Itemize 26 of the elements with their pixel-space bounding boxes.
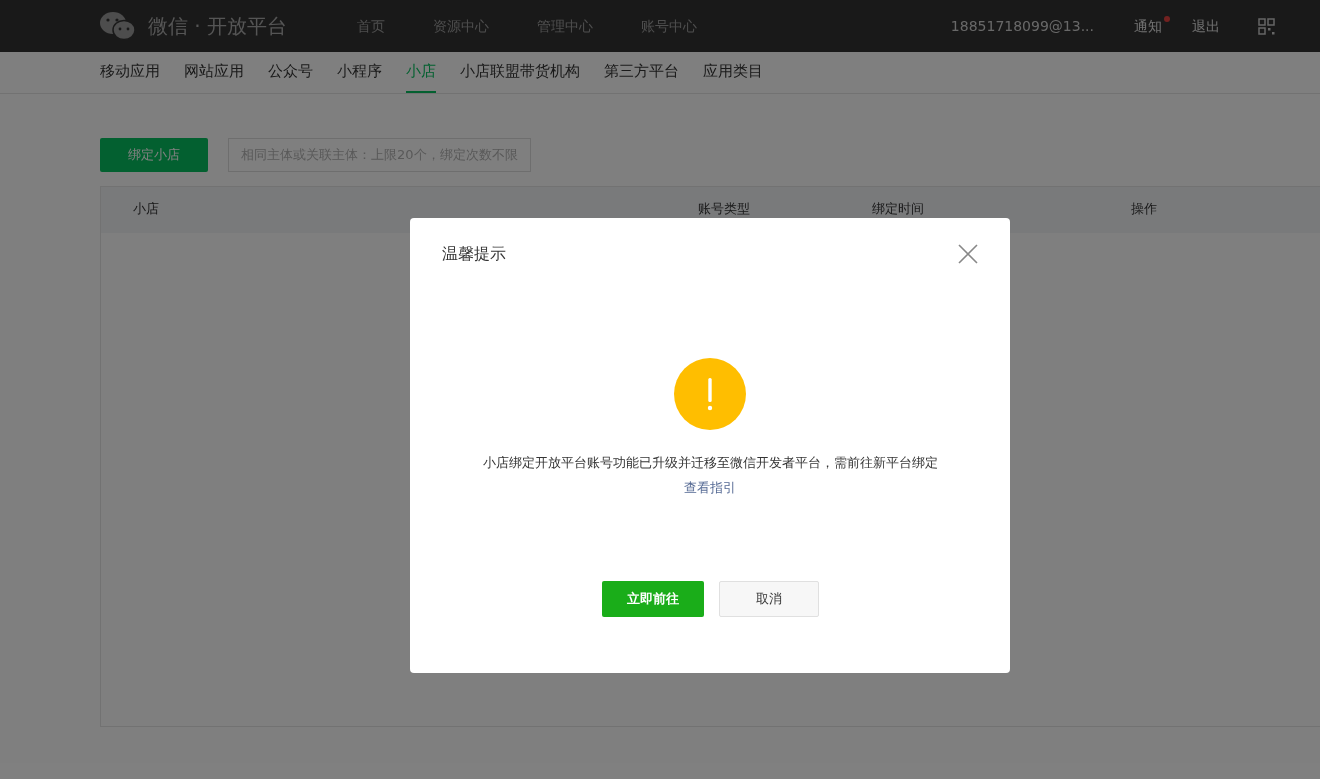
column-header: 小店 — [133, 201, 159, 216]
go-now-button[interactable]: 立即前往 — [601, 581, 704, 617]
account-name[interactable]: 18851718099@13... — [950, 15, 1094, 37]
warning-icon — [674, 358, 746, 430]
column-header: 操作 — [1131, 201, 1157, 216]
chat-bubbles-icon — [100, 11, 136, 41]
tab[interactable]: 移动应用 — [100, 52, 160, 93]
tab[interactable]: 小程序 — [337, 52, 382, 93]
dialog-title: 温馨提示 — [442, 243, 506, 265]
bind-shop-button[interactable]: 绑定小店 — [100, 138, 208, 172]
tab[interactable]: 小店 — [406, 52, 436, 93]
logo-title: 微信 · 开放平台 — [148, 13, 288, 40]
tab[interactable]: 第三方平台 — [604, 52, 679, 93]
column-header: 账号类型 — [698, 201, 751, 216]
notice-link[interactable]: 通知 — [1134, 15, 1162, 37]
tab[interactable]: 小店联盟带货机构 — [460, 52, 580, 93]
logout-link[interactable]: 退出 — [1192, 15, 1220, 37]
dialog-message: 小店绑定开放平台账号功能已升级并迁移至微信开发者平台，需前往新平台绑定 — [482, 454, 938, 472]
tab[interactable]: 网站应用 — [184, 52, 244, 93]
column-header: 绑定时间 — [872, 201, 925, 216]
guide-link[interactable]: 查看指引 — [684, 477, 736, 497]
tab[interactable]: 公众号 — [268, 52, 313, 93]
tab[interactable]: 应用类目 — [703, 52, 763, 93]
qr-code-icon[interactable] — [1258, 17, 1275, 35]
close-button[interactable] — [958, 243, 980, 265]
cancel-button[interactable]: 取消 — [718, 581, 819, 617]
